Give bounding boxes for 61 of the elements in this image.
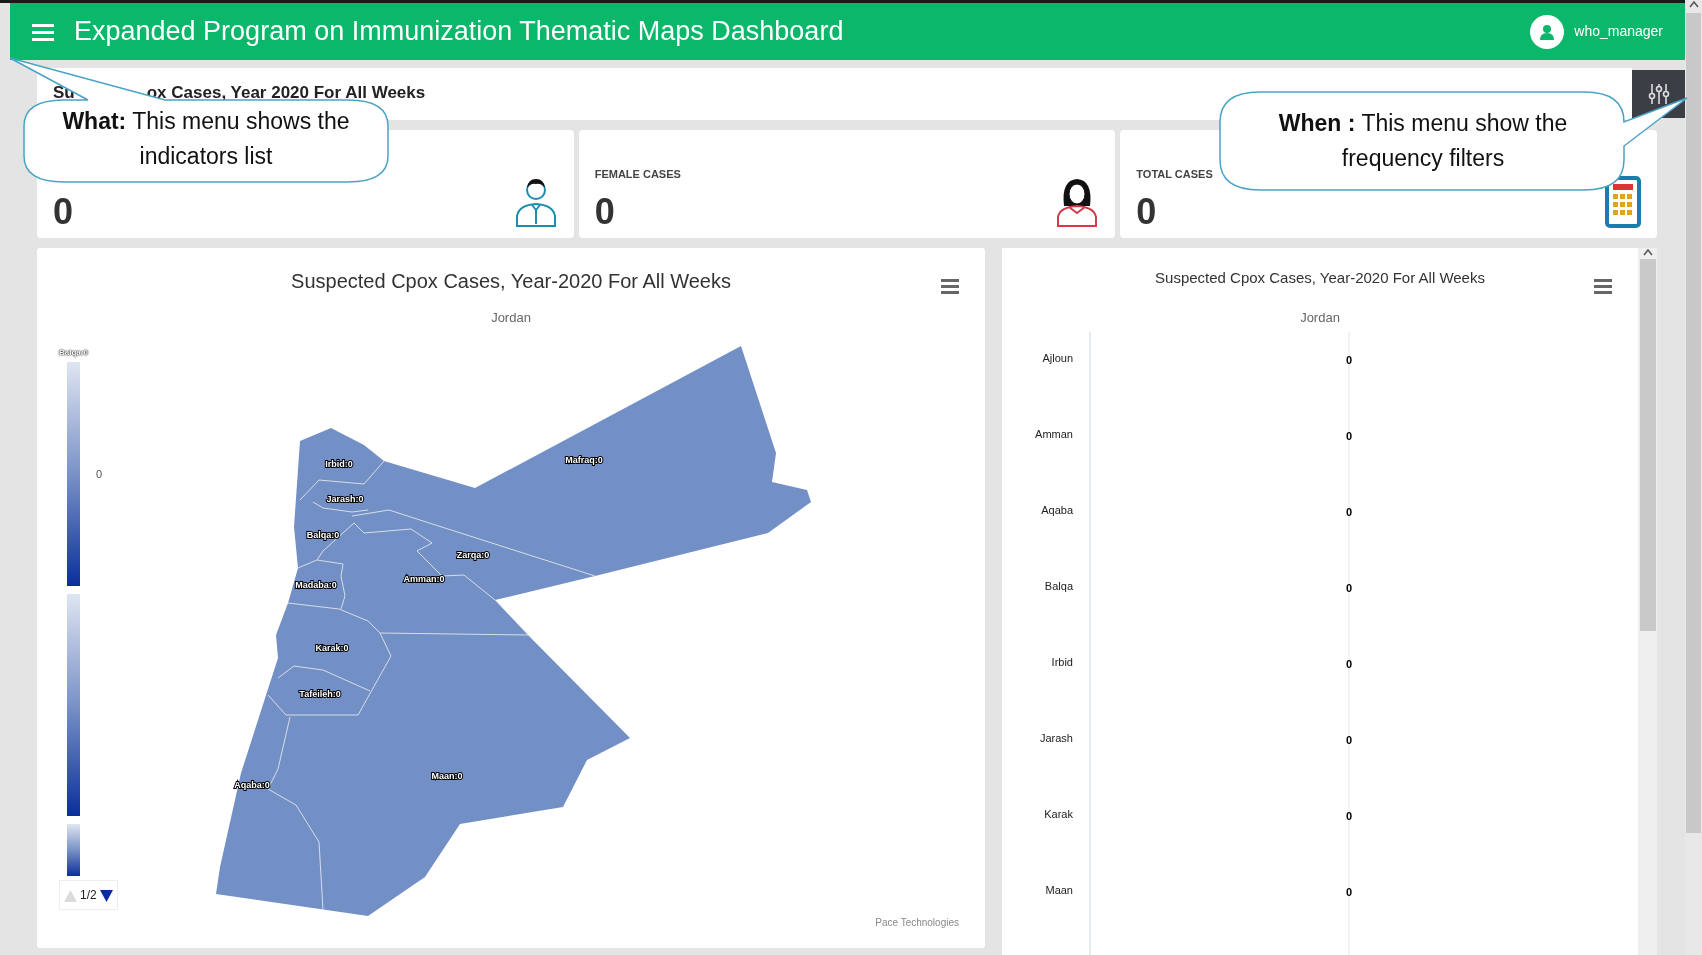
legend-page: 1/2: [80, 887, 97, 904]
category-label: Balqa: [1044, 580, 1073, 592]
menu-icon: [32, 22, 54, 43]
menu-icon: [1594, 279, 1612, 295]
person-icon: [1539, 23, 1556, 40]
man-icon: [513, 176, 558, 228]
callout-text: What: This menu shows the indicators list: [61, 107, 351, 171]
stat-value: 0: [1136, 194, 1158, 230]
indicator-title: Su: [53, 82, 75, 104]
data-label: 0: [1345, 430, 1353, 442]
chevron-up-icon[interactable]: [1688, 0, 1699, 9]
legend-label: Balqa:0: [59, 348, 90, 358]
category-label: Karak: [1044, 808, 1073, 820]
region-label: Jarash:0: [326, 494, 364, 504]
region-label: Karak:0: [315, 643, 349, 653]
scrollbar-thumb[interactable]: [1686, 13, 1701, 833]
legend-color-bar: [67, 824, 80, 876]
stat-label: TOTAL CASES: [1136, 167, 1213, 182]
chart-title: Suspected Cpox Cases, Year-2020 For All Weeks: [1155, 268, 1485, 288]
chart-subtitle: Jordan: [1299, 309, 1341, 328]
user-name[interactable]: who_manager: [1574, 21, 1663, 42]
stat-label: FEMALE CASES: [594, 167, 681, 182]
category-label: Irbid: [1051, 656, 1073, 668]
data-label: 0: [1345, 354, 1353, 366]
scrollbar-thumb[interactable]: [1639, 259, 1656, 631]
callout-text: When : This menu show the frequency filters: [1277, 109, 1569, 173]
region-label: Zarqa:0: [456, 550, 490, 560]
region-label: Mafraq:0: [565, 455, 603, 465]
woman-icon: [1055, 176, 1100, 228]
app-title: Expanded Program on Immunization Thematic Maps Dashboard: [74, 15, 844, 49]
category-label: Ajloun: [1042, 352, 1073, 364]
data-label: 0: [1345, 658, 1353, 670]
sliders-icon: [1647, 83, 1670, 105]
data-label: 0: [1345, 810, 1353, 822]
scrollbar[interactable]: [1685, 0, 1702, 955]
data-label: 0: [1345, 886, 1353, 898]
region-label: Maan:0: [431, 771, 463, 781]
region-label: Madaba:0: [295, 580, 337, 590]
scrollbar[interactable]: [1638, 248, 1657, 955]
data-label: 0: [1345, 582, 1353, 594]
region-label: Balqa:0: [306, 530, 340, 540]
credits-text[interactable]: Pace Technologies: [875, 915, 959, 930]
category-label: Maan: [1045, 884, 1073, 896]
region-label: Tafeileh:0: [299, 689, 341, 699]
chart-subtitle: Jordan: [490, 309, 532, 328]
category-label: Jarash: [1039, 732, 1073, 744]
region-label: Amman:0: [403, 574, 445, 584]
down-triangle-icon: [99, 889, 113, 902]
data-label: 0: [1345, 506, 1353, 518]
data-label: 0: [1345, 734, 1353, 746]
menu-icon: [941, 279, 959, 295]
legend-tick-label: 0: [96, 467, 103, 482]
user-avatar[interactable]: [1530, 14, 1565, 49]
chevron-up-icon[interactable]: [1642, 248, 1653, 257]
chart-title: Suspected Cpox Cases, Year-2020 For All Weeks: [291, 269, 731, 294]
up-triangle-icon: [64, 889, 77, 902]
stat-value: 0: [594, 194, 616, 230]
category-label: Aqaba: [1041, 504, 1073, 516]
stat-value: 0: [53, 194, 74, 230]
region-label: Irbid:0: [325, 459, 353, 469]
category-label: Amman: [1035, 428, 1073, 440]
